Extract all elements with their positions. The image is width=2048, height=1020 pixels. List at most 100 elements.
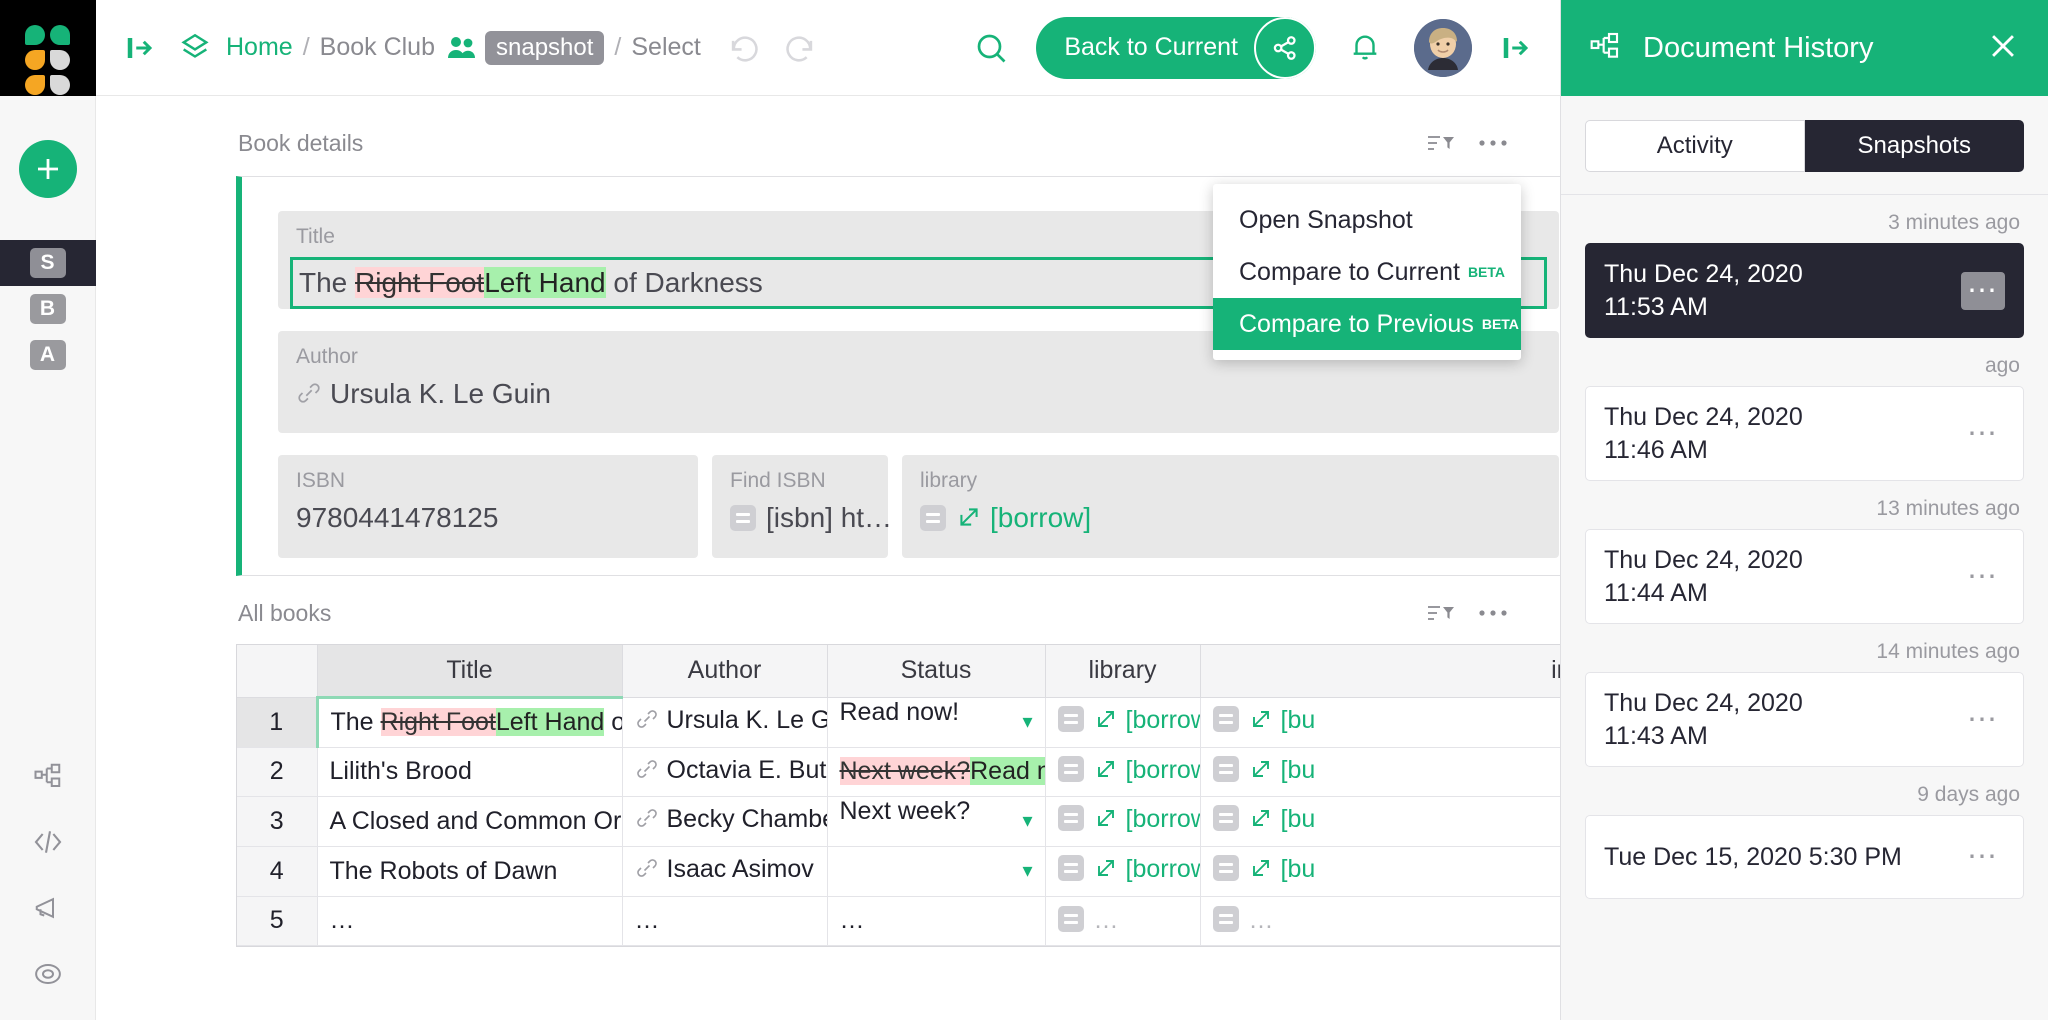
table-row[interactable]: 4 The Robots of Dawn Isaac Asimov (237, 846, 1560, 896)
cell-ind[interactable]: [bu (1200, 796, 1560, 846)
tab-activity[interactable]: Activity (1585, 120, 1805, 172)
search-icon[interactable] (960, 17, 1022, 79)
breadcrumb-page[interactable]: Select (631, 33, 700, 62)
field-isbn[interactable]: ISBN 9780441478125 (278, 455, 698, 558)
row2-ind[interactable]: [bu (1281, 756, 1316, 784)
sidebar-item-page-b[interactable]: B (0, 286, 96, 332)
snapshot-menu-icon[interactable]: ⋯ (1961, 558, 2005, 596)
snapshot-menu-icon[interactable]: ⋯ (1961, 415, 2005, 453)
row-number[interactable]: 1 (237, 697, 317, 747)
redo-icon[interactable] (781, 28, 821, 68)
field-library-value[interactable]: [borrow] (990, 502, 1091, 533)
back-to-current-label: Back to Current (1064, 33, 1238, 62)
cell-author[interactable]: Ursula K. Le Guin (622, 697, 827, 747)
cell-library[interactable]: [borrow] (1045, 747, 1200, 796)
cell-status[interactable]: … (827, 896, 1045, 945)
column-header-ind[interactable]: ind (1200, 645, 1560, 697)
cell-library[interactable]: … (1045, 896, 1200, 945)
widget-menu-icon[interactable] (1478, 138, 1508, 148)
help-icon[interactable] (24, 950, 72, 998)
cell-ind[interactable]: [bu (1200, 697, 1560, 747)
table-row[interactable]: 1 The Right FootLeft Hand of Da… Ursula … (237, 697, 1560, 747)
sort-filter-icon[interactable] (1426, 131, 1456, 155)
cell-ind[interactable]: … (1200, 896, 1560, 945)
back-to-current-button[interactable]: Back to Current (1036, 17, 1316, 79)
snapshot-list[interactable]: 3 minutes ago Thu Dec 24, 2020 11:53 AM … (1561, 195, 2048, 1020)
row3-ind[interactable]: [bu (1281, 805, 1316, 833)
menu-item-open-snapshot[interactable]: Open Snapshot (1213, 194, 1521, 246)
widget-menu-icon[interactable] (1478, 608, 1508, 618)
close-icon[interactable] (1986, 29, 2020, 68)
sidebar-item-page-s[interactable]: S (0, 240, 96, 286)
share-icon[interactable] (1254, 17, 1316, 79)
cell-title[interactable]: Lilith's Brood (317, 747, 622, 796)
cell-library[interactable]: [borrow] (1045, 697, 1200, 747)
cell-author[interactable]: … (622, 896, 827, 945)
chevron-down-icon[interactable]: ▾ (1022, 698, 1032, 747)
cell-status[interactable]: ▾ (827, 846, 1045, 896)
row1-ind[interactable]: [bu (1281, 706, 1316, 734)
notifications-bell-icon[interactable] (1334, 17, 1396, 79)
user-avatar[interactable] (1414, 19, 1472, 77)
snapshot-item[interactable]: Thu Dec 24, 2020 11:46 AM ⋯ (1585, 386, 2024, 481)
snapshot-menu-icon[interactable]: ⋯ (1961, 838, 2005, 876)
cell-library[interactable]: [borrow] (1045, 846, 1200, 896)
row-number[interactable]: 3 (237, 796, 317, 846)
cell-status[interactable]: ▾Next week? (827, 796, 1045, 846)
snapshot-item[interactable]: Tue Dec 15, 2020 5:30 PM ⋯ (1585, 815, 2024, 899)
cell-author[interactable]: Isaac Asimov (622, 846, 827, 896)
sort-filter-icon[interactable] (1426, 601, 1456, 625)
chevron-down-icon[interactable]: ▾ (1022, 797, 1032, 846)
open-right-panel-icon[interactable] (1490, 22, 1542, 74)
menu-item-compare-to-previous[interactable]: Compare to Previous BETA (1213, 298, 1521, 350)
document-icon[interactable] (178, 31, 212, 65)
grid-corner[interactable] (237, 645, 317, 697)
row-number[interactable]: 5 (237, 896, 317, 945)
cell-status[interactable]: Next week?Read now! (827, 747, 1045, 796)
menu-item-compare-to-current[interactable]: Compare to Current BETA (1213, 246, 1521, 298)
breadcrumb-document[interactable]: Book Club (320, 33, 435, 62)
table-row[interactable]: 5 … … … … … (237, 896, 1560, 945)
table-row[interactable]: 3 A Closed and Common Orbit Becky Chambe… (237, 796, 1560, 846)
undo-icon[interactable] (723, 28, 763, 68)
row1-library[interactable]: [borrow] (1126, 706, 1201, 734)
document-history-icon[interactable] (24, 752, 72, 800)
sidebar-item-page-a[interactable]: A (0, 332, 96, 378)
cell-title[interactable]: A Closed and Common Orbit (317, 796, 622, 846)
row-number[interactable]: 4 (237, 846, 317, 896)
column-header-status[interactable]: Status (827, 645, 1045, 697)
column-header-author[interactable]: Author (622, 645, 827, 697)
chevron-down-icon[interactable]: ▾ (1022, 847, 1032, 896)
snapshot-item[interactable]: Thu Dec 24, 2020 11:43 AM ⋯ (1585, 672, 2024, 767)
column-header-title[interactable]: Title (317, 645, 622, 697)
cell-title[interactable]: … (317, 896, 622, 945)
cell-status[interactable]: ▾Read now! (827, 697, 1045, 747)
snapshot-item[interactable]: Thu Dec 24, 2020 11:44 AM ⋯ (1585, 529, 2024, 624)
add-new-button[interactable] (19, 140, 77, 198)
grist-logo[interactable] (0, 0, 96, 96)
tab-snapshots[interactable]: Snapshots (1805, 120, 2025, 172)
code-view-icon[interactable] (24, 818, 72, 866)
row3-library[interactable]: [borrow] (1126, 805, 1201, 833)
row-number[interactable]: 2 (237, 747, 317, 796)
row4-ind[interactable]: [bu (1281, 855, 1316, 883)
row4-library[interactable]: [borrow] (1126, 855, 1201, 883)
cell-title[interactable]: The Right FootLeft Hand of Da… (317, 697, 622, 747)
cell-title[interactable]: The Robots of Dawn (317, 846, 622, 896)
row2-library[interactable]: [borrow] (1126, 756, 1201, 784)
cell-library[interactable]: [borrow] (1045, 796, 1200, 846)
table-row[interactable]: 2 Lilith's Brood Octavia E. Butler (237, 747, 1560, 796)
snapshot-item[interactable]: Thu Dec 24, 2020 11:53 AM ⋯ (1585, 243, 2024, 338)
cell-author[interactable]: Octavia E. Butler (622, 747, 827, 796)
snapshot-menu-icon[interactable]: ⋯ (1961, 701, 2005, 739)
field-find-isbn[interactable]: Find ISBN [isbn] ht… (712, 455, 888, 558)
snapshot-menu-icon[interactable]: ⋯ (1961, 272, 2005, 310)
column-header-library[interactable]: library (1045, 645, 1200, 697)
field-library[interactable]: library [borrow] (902, 455, 1559, 558)
cell-ind[interactable]: [bu (1200, 747, 1560, 796)
cell-ind[interactable]: [bu (1200, 846, 1560, 896)
breadcrumb-home[interactable]: Home (226, 33, 293, 62)
announcement-icon[interactable] (24, 884, 72, 932)
collapse-panel-icon[interactable] (120, 33, 160, 63)
cell-author[interactable]: Becky Chambers (622, 796, 827, 846)
